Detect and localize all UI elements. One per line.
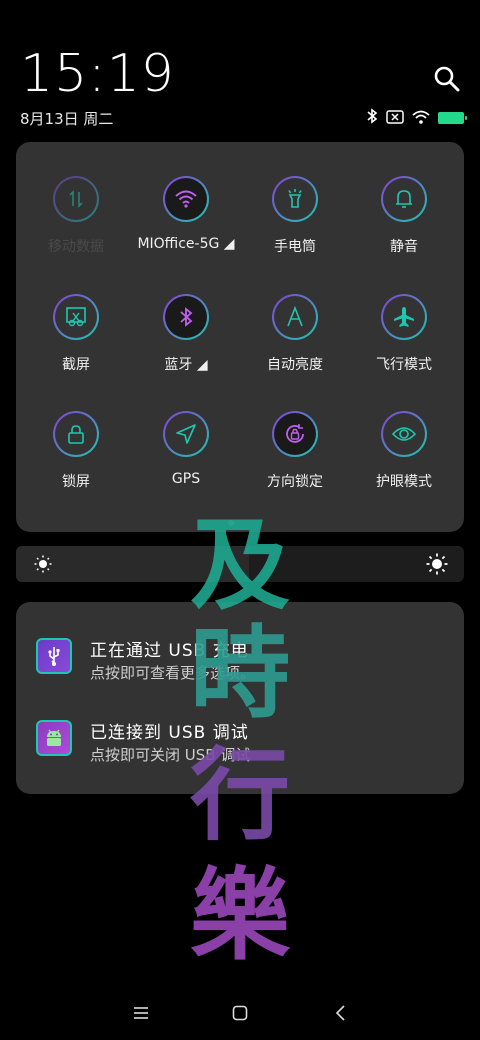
back-button[interactable] [326, 1000, 356, 1026]
rotation-lock-icon [272, 411, 318, 457]
tile-wifi[interactable]: MIOffice-5G ◢ [131, 176, 241, 252]
tile-label: 截屏 [62, 357, 90, 373]
tile-label: 蓝牙 ◢ [164, 357, 208, 373]
location-icon [163, 411, 209, 457]
tile-screenshot[interactable]: 截屏 [21, 294, 131, 374]
search-icon[interactable] [432, 64, 462, 94]
no-sim-icon [386, 109, 404, 128]
tile-label: 锁屏 [62, 474, 90, 490]
tile-label: 静音 [390, 239, 418, 255]
calligraphy-watermark: 及 時 行 樂 [180, 500, 310, 970]
menu-icon [134, 1007, 148, 1019]
tile-airplane-mode[interactable]: 飞行模式 [349, 294, 459, 374]
watermark-char: 行 [190, 736, 290, 854]
quick-settings-panel: 移动数据 MIOffice-5G ◢ 手电筒 静音 截屏 蓝牙 ◢ 自动亮度 飞… [16, 142, 464, 532]
tile-bluetooth[interactable]: 蓝牙 ◢ [131, 294, 241, 374]
navigation-bar [0, 986, 480, 1040]
tile-silent[interactable]: 静音 [349, 176, 459, 256]
wifi-status-icon [412, 109, 430, 128]
bell-icon [381, 176, 427, 222]
screenshot-icon [53, 294, 99, 340]
bluetooth-icon [163, 294, 209, 340]
usb-icon [36, 638, 72, 674]
eye-icon [381, 411, 427, 457]
menu-button[interactable] [126, 1000, 156, 1026]
android-icon [36, 720, 72, 756]
wifi-icon [163, 176, 209, 222]
home-button[interactable] [225, 1000, 255, 1026]
tile-label: 方向锁定 [267, 474, 323, 490]
tile-label: 手电筒 [274, 239, 316, 255]
battery-icon [438, 112, 467, 124]
tile-rotation-lock[interactable]: 方向锁定 [240, 411, 350, 491]
brightness-low-icon [34, 555, 52, 577]
brightness-high-icon [426, 553, 448, 579]
tile-flashlight[interactable]: 手电筒 [240, 176, 350, 256]
tile-label: 移动数据 [48, 239, 104, 255]
bluetooth-status-icon [366, 108, 378, 128]
tile-auto-brightness[interactable]: 自动亮度 [240, 294, 350, 374]
tile-eye-care[interactable]: 护眼模式 [349, 411, 459, 491]
tile-label: 护眼模式 [376, 474, 432, 490]
clock-time: 15:19 [20, 44, 175, 104]
flashlight-icon [272, 176, 318, 222]
tile-label: MIOffice-5G ◢ [137, 236, 235, 252]
tile-label: 自动亮度 [267, 357, 323, 373]
lock-icon [53, 411, 99, 457]
watermark-char: 時 [190, 614, 290, 732]
home-icon [232, 1005, 248, 1021]
airplane-icon [381, 294, 427, 340]
tile-lock-screen[interactable]: 锁屏 [21, 411, 131, 491]
watermark-char: 樂 [190, 856, 290, 974]
tile-gps[interactable]: GPS [131, 411, 241, 487]
tile-label: GPS [171, 471, 201, 487]
tile-label: 飞行模式 [376, 357, 432, 373]
mobile-data-icon [53, 176, 99, 222]
watermark-char: 及 [190, 506, 290, 624]
tile-mobile-data[interactable]: 移动数据 [21, 176, 131, 256]
status-icons [366, 108, 467, 128]
auto-brightness-icon [272, 294, 318, 340]
back-icon [335, 1005, 345, 1021]
date-label: 8月13日 周二 [20, 110, 114, 128]
